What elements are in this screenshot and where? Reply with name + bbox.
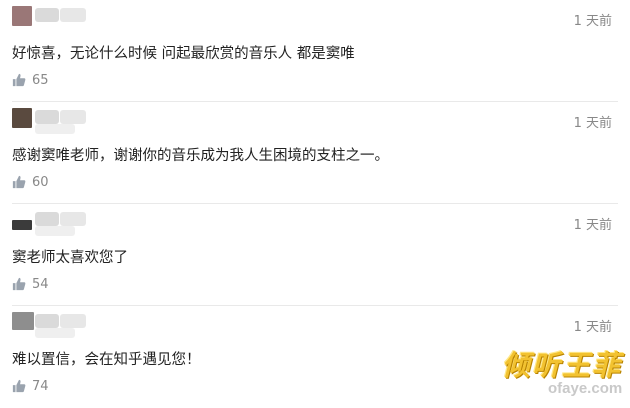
comment-time: 1 天前 [573, 14, 612, 29]
comment-author[interactable] [12, 108, 132, 136]
blurred-username [60, 212, 86, 226]
blurred-username [60, 110, 86, 124]
blurred-username [35, 124, 75, 134]
comment-author[interactable] [12, 6, 132, 34]
like-button[interactable]: 74 [12, 378, 49, 394]
like-count: 60 [32, 174, 49, 190]
avatar[interactable] [12, 108, 32, 128]
comment-item: 1 天前 好惊喜，无论什么时候 问起最欣赏的音乐人 都是窦唯 65 [0, 0, 630, 102]
comment-text: 窦老师太喜欢您了 [12, 250, 128, 266]
comment-time: 1 天前 [573, 218, 612, 233]
like-button[interactable]: 65 [12, 72, 49, 88]
comment-item: 1 天前 感谢窦唯老师，谢谢你的音乐成为我人生困境的支柱之一。 60 [0, 102, 630, 204]
watermark-logo: 倾听王菲 ofaye.com [502, 344, 622, 402]
blurred-username [35, 212, 59, 226]
thumb-up-icon [12, 175, 26, 189]
like-count: 54 [32, 276, 49, 292]
like-count: 65 [32, 72, 49, 88]
avatar[interactable] [12, 6, 32, 26]
comment-time: 1 天前 [573, 320, 612, 335]
avatar[interactable] [12, 220, 32, 230]
comment-text: 好惊喜，无论什么时候 问起最欣赏的音乐人 都是窦唯 [12, 46, 355, 62]
like-button[interactable]: 54 [12, 276, 49, 292]
watermark-url: ofaye.com [548, 380, 623, 397]
comment-text: 难以置信，会在知乎遇见您！ [12, 352, 201, 368]
blurred-username [35, 226, 75, 236]
blurred-username [35, 110, 59, 124]
blurred-username [35, 8, 59, 22]
comment-author[interactable] [12, 312, 132, 340]
thumb-up-icon [12, 73, 26, 87]
blurred-username [60, 8, 86, 22]
like-count: 74 [32, 378, 49, 394]
thumb-up-icon [12, 379, 26, 393]
thumb-up-icon [12, 277, 26, 291]
avatar[interactable] [12, 312, 34, 330]
blurred-username [60, 314, 86, 328]
comment-author[interactable] [12, 210, 132, 238]
comment-text: 感谢窦唯老师，谢谢你的音乐成为我人生困境的支柱之一。 [12, 148, 389, 164]
blurred-username [35, 328, 75, 338]
like-button[interactable]: 60 [12, 174, 49, 190]
comment-item: 1 天前 窦老师太喜欢您了 54 [0, 204, 630, 306]
comment-time: 1 天前 [573, 116, 612, 131]
watermark-title: 倾听王菲 [502, 349, 623, 382]
blurred-username [35, 314, 59, 328]
